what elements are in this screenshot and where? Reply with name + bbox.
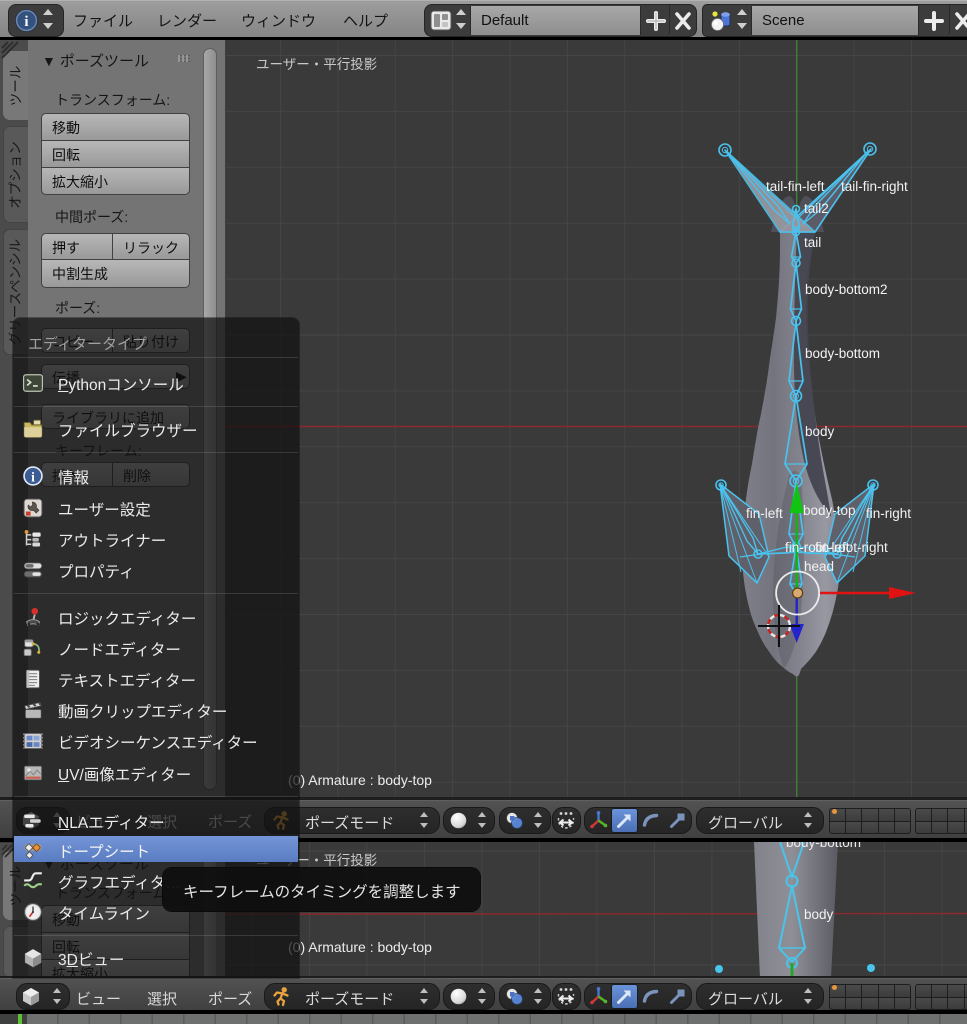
svg-text:head: head xyxy=(804,559,834,574)
svg-text:body-top: body-top xyxy=(803,503,856,518)
svg-text:body-bottom: body-bottom xyxy=(805,346,880,361)
svg-text:fin-right: fin-right xyxy=(866,506,911,521)
svg-text:fin-root-right: fin-root-right xyxy=(815,540,888,555)
svg-text:tail-fin-right: tail-fin-right xyxy=(841,179,908,194)
svg-text:i: i xyxy=(24,14,28,30)
svg-text:tail: tail xyxy=(804,235,821,250)
svg-text:fin-left: fin-left xyxy=(746,506,783,521)
svg-text:body: body xyxy=(805,424,835,439)
svg-text:tail2: tail2 xyxy=(804,201,829,216)
svg-text:body: body xyxy=(804,907,834,922)
svg-text:i: i xyxy=(31,469,35,484)
svg-text:body-bottom2: body-bottom2 xyxy=(805,282,888,297)
svg-text:tail-fin-left: tail-fin-left xyxy=(766,179,825,194)
